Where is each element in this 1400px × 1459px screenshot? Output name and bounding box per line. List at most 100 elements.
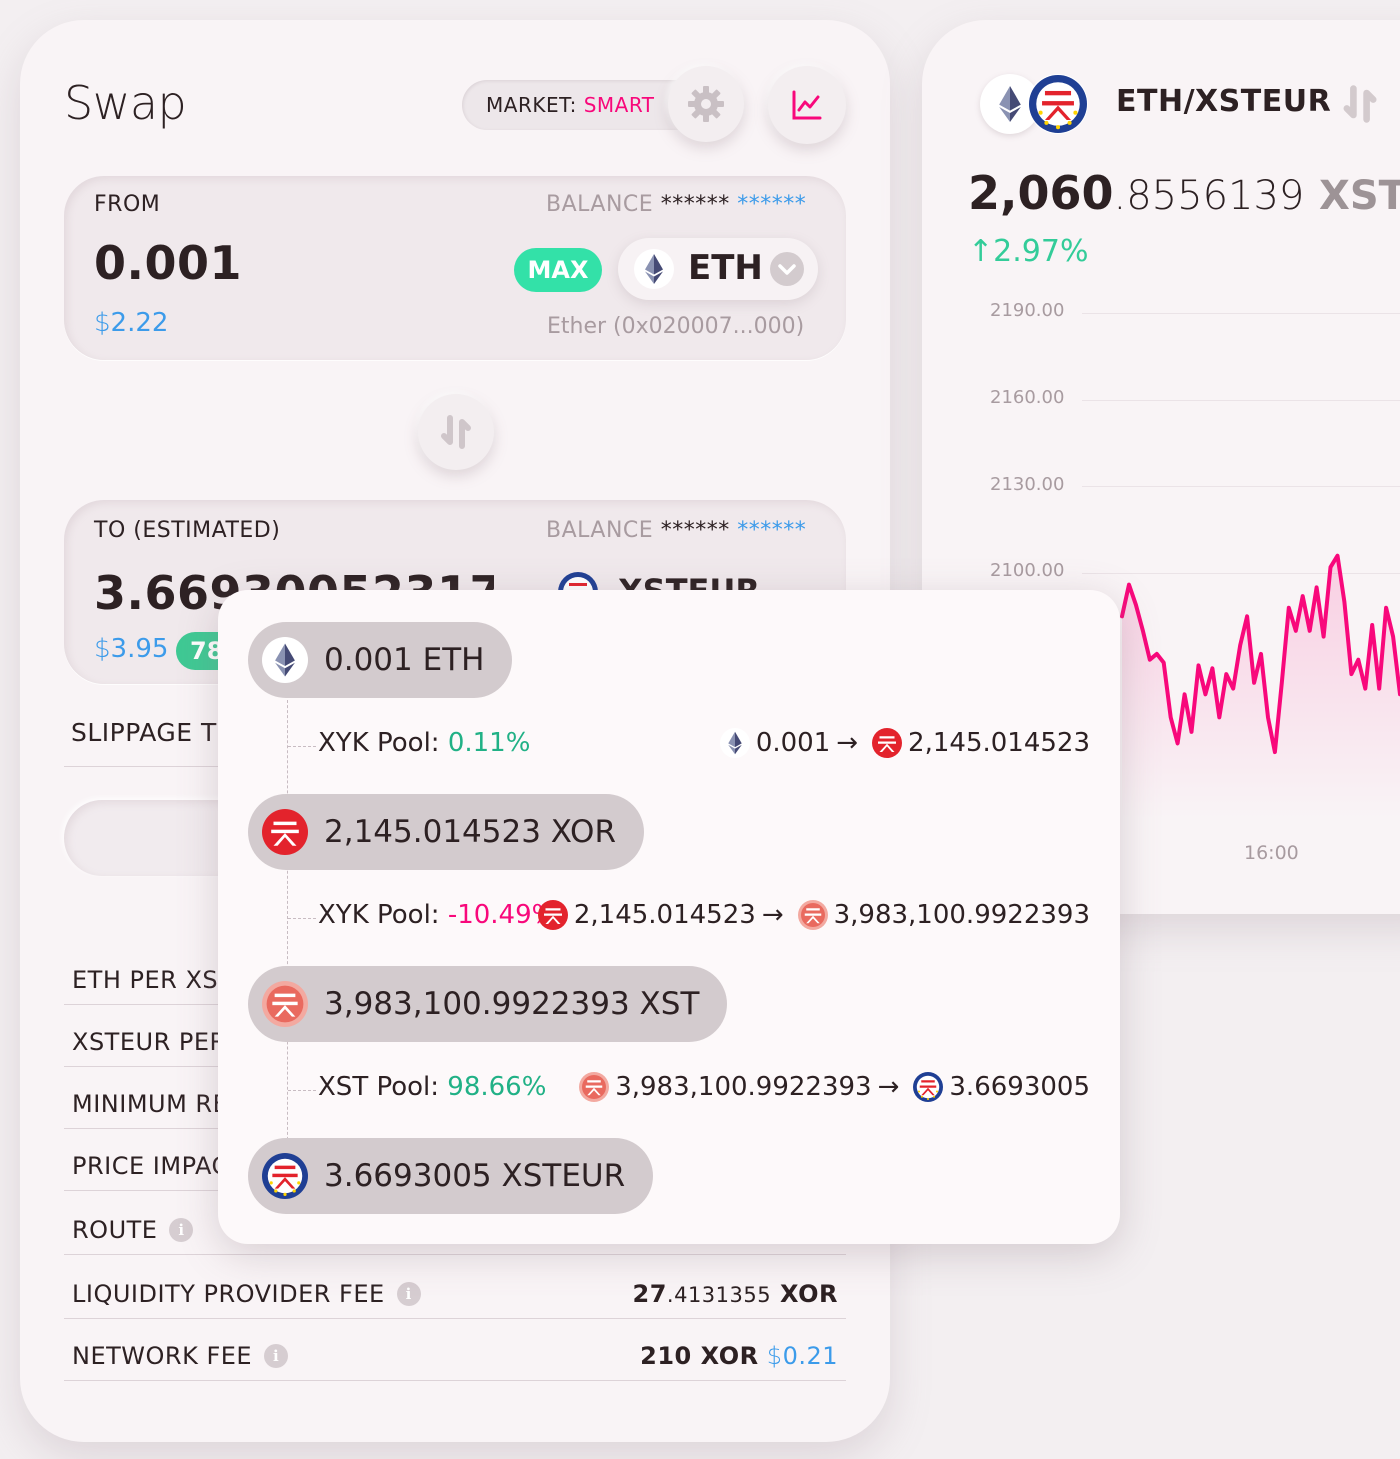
- hop-from-amount: 0.001: [755, 728, 831, 758]
- route-label: ROUTE: [72, 1216, 158, 1244]
- network-fee-usd: 0.21: [782, 1342, 838, 1370]
- pair-name: ETH/XSTEUR: [1116, 84, 1332, 119]
- x-tick: 16:00: [1244, 842, 1299, 864]
- pool-name: XYK Pool:: [318, 900, 448, 930]
- price-dec: .8556139: [1113, 173, 1305, 219]
- usd-symbol: $: [94, 308, 111, 338]
- from-balance: BALANCE ****** ******: [546, 192, 806, 217]
- settings-button[interactable]: [668, 66, 744, 142]
- from-amount-input[interactable]: 0.001: [94, 236, 242, 290]
- xsteur-icon: [1029, 75, 1087, 133]
- eth-icon: [986, 80, 1034, 128]
- xst-icon-wrap: [262, 981, 308, 1027]
- hop-from-amount: 3,983,100.9922393: [615, 1072, 872, 1102]
- route-step-xor: 2,145.014523 XOR: [248, 794, 644, 870]
- price-change-value: 2.97%: [993, 234, 1089, 269]
- usd-symbol: $: [94, 634, 111, 664]
- info-row-label: NETWORK FEE i: [72, 1342, 289, 1370]
- lp-fee-int: 27: [632, 1280, 667, 1308]
- switch-tokens-button[interactable]: [418, 394, 494, 470]
- usd-symbol: $: [766, 1342, 783, 1370]
- network-fee-amount: 210 XOR: [640, 1342, 759, 1370]
- network-fee-label: NETWORK FEE: [72, 1342, 253, 1370]
- xst-icon: [798, 900, 828, 930]
- balance-hidden: ******: [660, 518, 730, 543]
- route-step-amount: 3.6693005 XSTEUR: [324, 1158, 626, 1194]
- route-step-xsteur: 3.6693005 XSTEUR: [248, 1138, 654, 1214]
- route-step-eth: 0.001 ETH: [248, 622, 513, 698]
- from-token-select[interactable]: ETH: [618, 238, 818, 300]
- balance-label: BALANCE: [546, 192, 654, 217]
- hop-swap: 0.001 → 2,145.014523: [712, 728, 1090, 758]
- market-label: MARKET:: [486, 93, 584, 117]
- eth-icon-wrap: [262, 637, 308, 683]
- reverse-pair-button[interactable]: [1338, 82, 1382, 126]
- usd-amount: 2.22: [110, 308, 169, 338]
- price-line-chart: [1120, 553, 1400, 820]
- swap-arrows-icon: [441, 415, 471, 449]
- hop-to-amount: 2,145.014523: [908, 728, 1090, 758]
- to-usd-value: $3.95: [94, 634, 168, 664]
- route-step-xst: 3,983,100.9922393 XST: [248, 966, 728, 1042]
- hop-swap: 3,983,100.9922393 → 3.6693005: [571, 1072, 1090, 1102]
- price-change: ↑2.97%: [968, 234, 1088, 269]
- xor-icon: [872, 728, 902, 758]
- y-tick: 2130.00: [990, 474, 1065, 495]
- info-icon[interactable]: i: [396, 1282, 421, 1306]
- eth-icon: [634, 249, 674, 289]
- xor-icon: [538, 900, 568, 930]
- info-row-label: ROUTE i: [72, 1216, 194, 1244]
- balance-hidden: ******: [660, 192, 730, 217]
- xor-icon-wrap: [262, 809, 308, 855]
- info-icon[interactable]: i: [169, 1218, 194, 1242]
- usd-amount: 3.95: [110, 634, 169, 664]
- arrow-right-icon: →: [877, 1072, 900, 1102]
- line-chart-icon: [792, 90, 822, 120]
- arrow-right-icon: →: [836, 728, 859, 758]
- pool-percent: 0.11%: [447, 728, 531, 758]
- info-row-liquidity-fee: LIQUIDITY PROVIDER FEE i 27.4131355 XOR: [64, 1260, 846, 1319]
- hop-to-amount: 3.6693005: [949, 1072, 1090, 1102]
- to-balance: BALANCE ****** ******: [546, 518, 806, 543]
- info-icon[interactable]: i: [264, 1344, 289, 1368]
- xst-icon: [262, 981, 308, 1027]
- info-row-label: ETH PER XST: [72, 966, 234, 994]
- hop-to-amount: 3,983,100.9922393: [833, 900, 1090, 930]
- network-fee-value: 210 XOR $0.21: [640, 1342, 838, 1370]
- hop-pool: XST Pool: 98.66%: [318, 1072, 546, 1102]
- gear-icon: [688, 86, 724, 122]
- xsteur-icon: [262, 1153, 308, 1199]
- xsteur-icon-wrap: [262, 1153, 308, 1199]
- from-usd-value: $2.22: [94, 308, 168, 338]
- lp-fee-value: 27.4131355 XOR: [633, 1280, 839, 1308]
- y-tick: 2100.00: [990, 560, 1065, 581]
- hop-from-amount: 2,145.014523: [573, 900, 756, 930]
- lp-fee-label: LIQUIDITY PROVIDER FEE: [72, 1280, 385, 1308]
- arrow-up-icon: ↑: [968, 234, 994, 269]
- route-dash: [288, 1090, 316, 1091]
- lp-fee-dec: .4131355: [666, 1283, 772, 1307]
- pool-name: XYK Pool:: [318, 728, 448, 758]
- eth-icon: [263, 638, 307, 682]
- route-step-amount: 2,145.014523 XOR: [324, 814, 616, 850]
- info-row-label: PRICE IMPAC: [72, 1152, 229, 1180]
- pool-percent: 98.66%: [447, 1072, 547, 1102]
- balance-label: BALANCE: [546, 518, 654, 543]
- y-tick: 2160.00: [990, 387, 1065, 408]
- xst-icon: [579, 1072, 609, 1102]
- slippage-label: SLIPPAGE T: [71, 718, 217, 747]
- route-step-amount: 3,983,100.9922393 XST: [324, 986, 700, 1022]
- eth-icon: [720, 728, 750, 758]
- market-value: SMART: [583, 93, 655, 117]
- arrow-right-icon: →: [761, 900, 784, 930]
- from-label: FROM: [94, 192, 161, 217]
- route-dash: [288, 918, 316, 919]
- route-step-amount: 0.001 ETH: [324, 642, 485, 678]
- chart-toggle-button[interactable]: [768, 66, 846, 144]
- from-token-address: Ether (0x020007...000): [547, 314, 805, 339]
- swap-title: Swap: [64, 76, 187, 130]
- info-row-label: XSTEUR PER: [72, 1028, 227, 1056]
- max-button[interactable]: MAX: [514, 248, 602, 292]
- lp-fee-unit: XOR: [779, 1280, 838, 1308]
- route-hop-3: XST Pool: 98.66% 3,983,100.9922393 → 3.6…: [288, 1068, 1090, 1108]
